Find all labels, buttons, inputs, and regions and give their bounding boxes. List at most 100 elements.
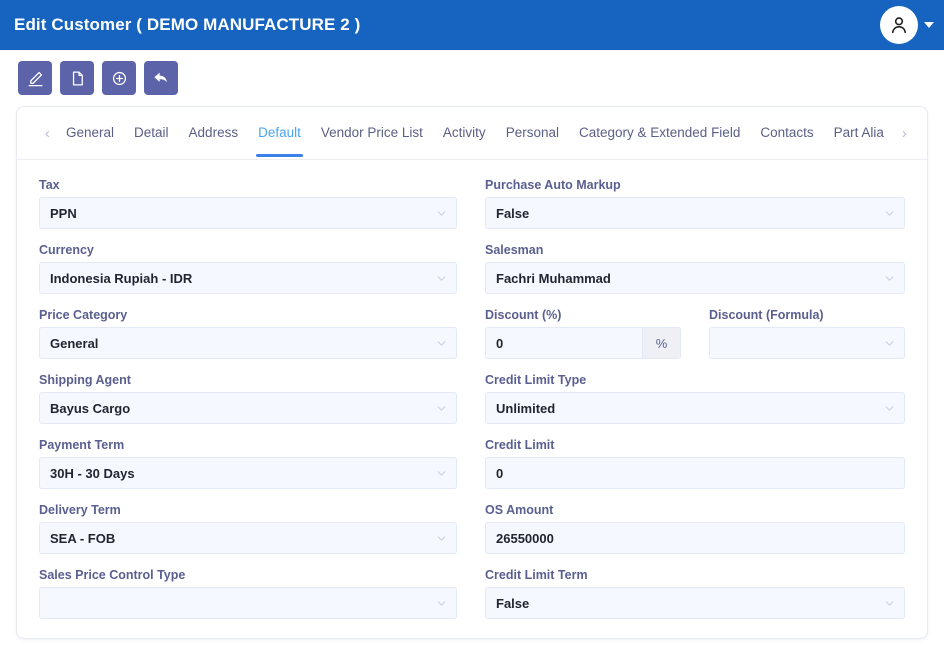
tab-activity[interactable]: Activity (433, 109, 496, 157)
discount-formula-group: Discount (Formula) (709, 308, 905, 373)
tab-default[interactable]: Default (248, 109, 311, 157)
chevron-down-icon[interactable] (874, 207, 904, 220)
field-price-category: Price Category General (39, 308, 457, 359)
chevron-down-icon[interactable] (426, 467, 456, 480)
field-tax-value: PPN (50, 205, 77, 221)
field-sales-price-control-type-label: Sales Price Control Type (39, 568, 186, 582)
field-shipping-agent-select[interactable]: Bayus Cargo (39, 392, 457, 424)
field-os-amount: OS Amount 26550000 (485, 503, 905, 554)
action-toolbar (0, 50, 944, 106)
field-salesman-label: Salesman (485, 243, 544, 257)
field-os-amount-label: OS Amount (485, 503, 554, 517)
field-delivery-term-label: Delivery Term (39, 503, 121, 517)
add-button[interactable] (102, 61, 136, 95)
chevron-down-icon[interactable] (426, 272, 456, 285)
edit-button[interactable] (18, 61, 52, 95)
field-credit-limit-type-select[interactable]: Unlimited (485, 392, 905, 424)
field-shipping-agent-label: Shipping Agent (39, 373, 131, 387)
field-discount-percent: Discount (%) 0 % (485, 308, 681, 359)
field-delivery-term-select[interactable]: SEA - FOB (39, 522, 457, 554)
field-discount-percent-value: 0 (496, 335, 504, 351)
field-currency-value: Indonesia Rupiah - IDR (50, 270, 193, 286)
chevron-down-icon[interactable] (874, 337, 904, 350)
field-sales-price-control-type-select[interactable] (39, 587, 457, 619)
discount-percent-group: Discount (%) 0 % (485, 308, 681, 373)
field-shipping-agent: Shipping Agent Bayus Cargo (39, 373, 457, 424)
field-price-category-label: Price Category (39, 308, 128, 322)
tab-personal[interactable]: Personal (496, 109, 569, 157)
chevron-down-icon[interactable] (874, 597, 904, 610)
caret-down-icon[interactable] (924, 22, 934, 28)
field-salesman: Salesman Fachri Muhammad (485, 243, 905, 294)
chevron-down-icon[interactable] (426, 207, 456, 220)
back-arrow-icon (151, 68, 171, 88)
field-currency-select[interactable]: Indonesia Rupiah - IDR (39, 262, 457, 294)
field-discount-formula-select[interactable] (709, 327, 905, 359)
chevron-down-icon[interactable] (874, 272, 904, 285)
tab-address[interactable]: Address (179, 109, 249, 157)
default-form: Tax PPN Currency Indonesia Rupiah - IDR (17, 160, 927, 633)
field-purchase-auto-markup-value: False (496, 205, 530, 221)
plus-circle-icon (110, 69, 129, 88)
pencil-icon (26, 69, 45, 88)
field-credit-limit-term-label: Credit Limit Term (485, 568, 588, 582)
tab-contacts[interactable]: Contacts (750, 109, 823, 157)
field-credit-limit-type: Credit Limit Type Unlimited (485, 373, 905, 424)
field-os-amount-input[interactable]: 26550000 (485, 522, 905, 554)
field-discount-formula-label: Discount (Formula) (709, 308, 824, 322)
field-tax: Tax PPN (39, 178, 457, 229)
field-delivery-term: Delivery Term SEA - FOB (39, 503, 457, 554)
field-shipping-agent-value: Bayus Cargo (50, 400, 131, 416)
back-button[interactable] (144, 61, 178, 95)
field-salesman-value: Fachri Muhammad (496, 270, 611, 286)
tab-bar: ‹ General Detail Address Default Vendor … (17, 107, 927, 160)
field-os-amount-value: 26550000 (496, 530, 554, 546)
field-payment-term-select[interactable]: 30H - 30 Days (39, 457, 457, 489)
field-credit-limit-input[interactable]: 0 (485, 457, 905, 489)
tabs-prev-arrow-icon[interactable]: ‹ (39, 126, 56, 141)
field-currency-label: Currency (39, 243, 94, 257)
field-sales-price-control-type: Sales Price Control Type (39, 568, 457, 619)
field-credit-limit-term: Credit Limit Term False (485, 568, 905, 619)
chevron-down-icon[interactable] (874, 402, 904, 415)
field-price-category-select[interactable]: General (39, 327, 457, 359)
title-bar: Edit Customer ( DEMO MANUFACTURE 2 ) (0, 0, 944, 50)
tab-general[interactable]: General (56, 109, 124, 157)
form-column-right: Purchase Auto Markup False Salesman Fach… (485, 178, 905, 633)
field-tax-select[interactable]: PPN (39, 197, 457, 229)
tabs-next-arrow-icon[interactable]: › (896, 126, 913, 141)
percent-addon: % (642, 328, 680, 358)
copy-icon (68, 69, 87, 88)
tab-category-extended-field[interactable]: Category & Extended Field (569, 109, 750, 157)
chevron-down-icon[interactable] (426, 532, 456, 545)
content-card: ‹ General Detail Address Default Vendor … (16, 106, 928, 639)
field-credit-limit-type-label: Credit Limit Type (485, 373, 587, 387)
user-icon (888, 14, 910, 36)
chevron-down-icon[interactable] (426, 402, 456, 415)
field-discount-percent-label: Discount (%) (485, 308, 562, 322)
field-discount-percent-input[interactable]: 0 % (485, 327, 681, 359)
form-column-left: Tax PPN Currency Indonesia Rupiah - IDR (39, 178, 457, 633)
chevron-down-icon[interactable] (426, 337, 456, 350)
duplicate-button[interactable] (60, 61, 94, 95)
page-title: Edit Customer ( DEMO MANUFACTURE 2 ) (14, 15, 361, 34)
tab-vendor-price-list[interactable]: Vendor Price List (311, 109, 433, 157)
tab-detail[interactable]: Detail (124, 109, 179, 157)
field-credit-limit: Credit Limit 0 (485, 438, 905, 489)
avatar[interactable] (880, 6, 918, 44)
field-currency: Currency Indonesia Rupiah - IDR (39, 243, 457, 294)
field-credit-limit-term-select[interactable]: False (485, 587, 905, 619)
field-credit-limit-label: Credit Limit (485, 438, 555, 452)
field-payment-term-label: Payment Term (39, 438, 125, 452)
field-salesman-select[interactable]: Fachri Muhammad (485, 262, 905, 294)
tab-part-alias[interactable]: Part Alia (824, 109, 894, 157)
chevron-down-icon[interactable] (426, 597, 456, 610)
field-purchase-auto-markup-select[interactable]: False (485, 197, 905, 229)
field-purchase-auto-markup-label: Purchase Auto Markup (485, 178, 621, 192)
field-payment-term: Payment Term 30H - 30 Days (39, 438, 457, 489)
field-discount-formula: Discount (Formula) (709, 308, 905, 359)
user-menu[interactable] (880, 6, 934, 44)
field-purchase-auto-markup: Purchase Auto Markup False (485, 178, 905, 229)
field-delivery-term-value: SEA - FOB (50, 530, 116, 546)
field-tax-label: Tax (39, 178, 60, 192)
